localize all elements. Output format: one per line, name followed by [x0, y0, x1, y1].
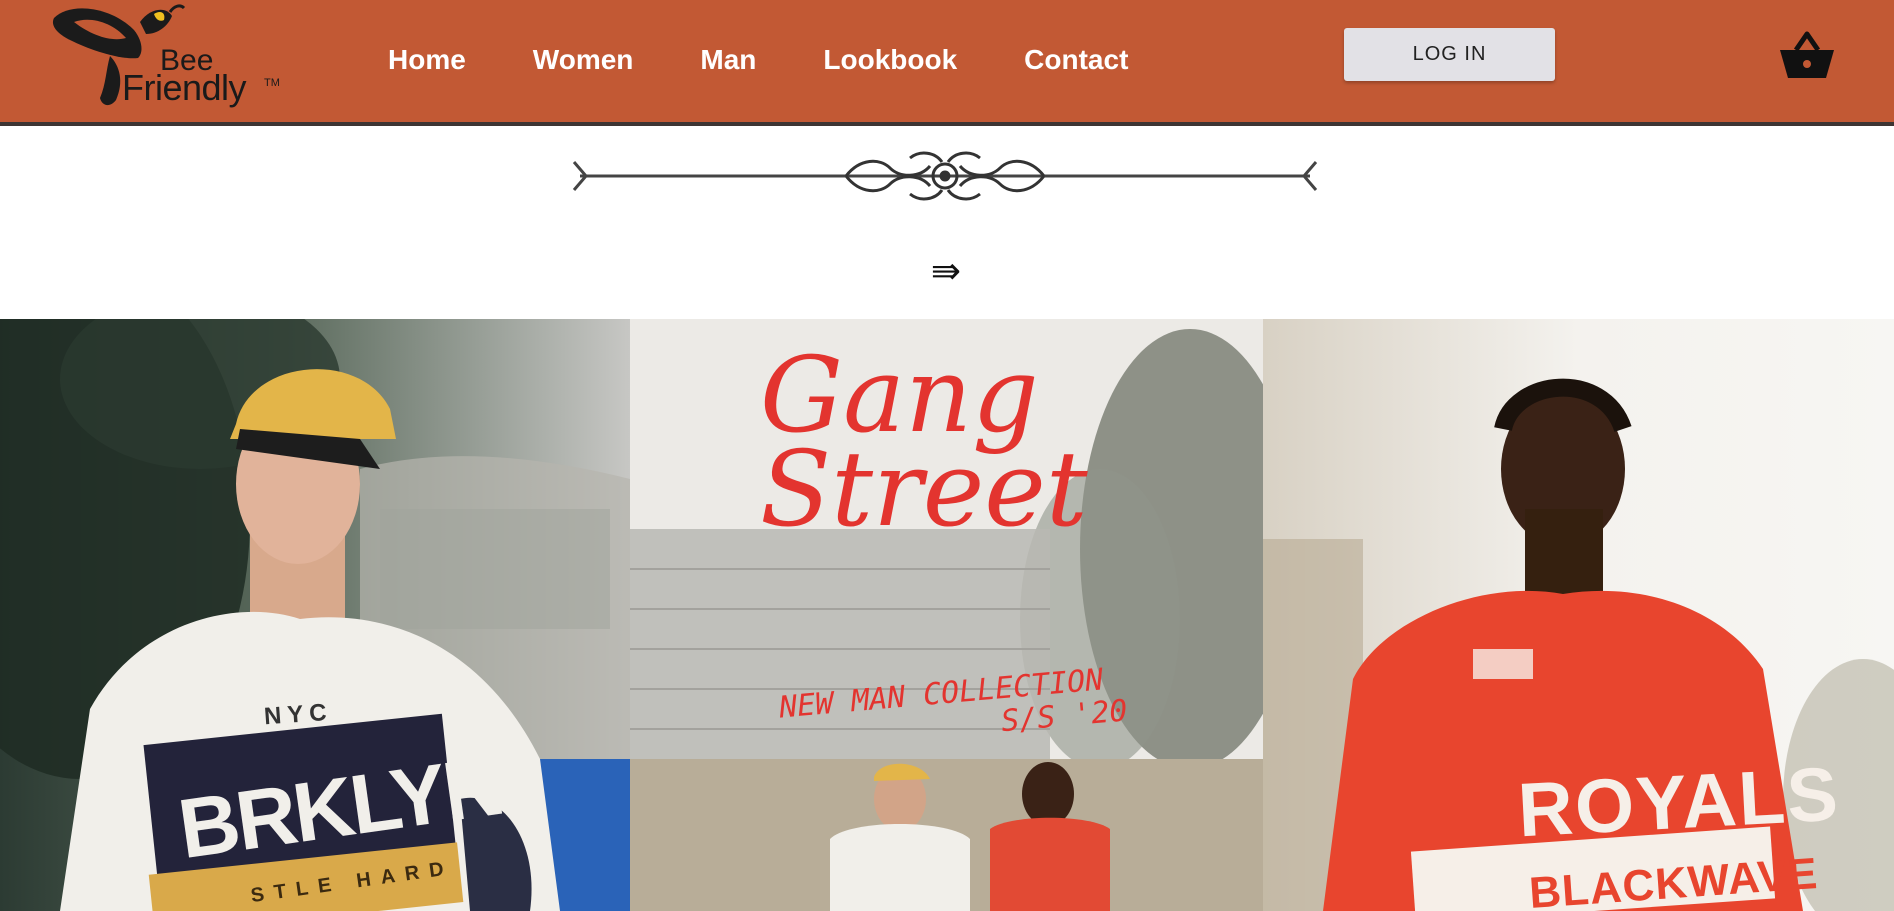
nav-link-home[interactable]: Home — [388, 44, 466, 78]
nav-link-women[interactable]: Women — [533, 44, 634, 78]
nav-link-contact[interactable]: Contact — [1024, 44, 1128, 78]
ornamental-divider — [570, 148, 1320, 204]
nav-link-man[interactable]: Man — [700, 44, 756, 78]
tshirt-text-nyc: NYC — [263, 698, 334, 731]
trademark-mark: TM — [264, 77, 280, 89]
main-navigation: Home Women Man Lookbook Contact — [388, 44, 1128, 78]
gallery-image-left[interactable]: NYC BRKLYN STLE HARD — [0, 319, 630, 911]
shopping-cart-button[interactable] — [1778, 30, 1836, 82]
lookbook-gallery: NYC BRKLYN STLE HARD Gang Street NEW MAN… — [0, 319, 1894, 911]
basket-icon — [1780, 31, 1834, 78]
nav-link-lookbook[interactable]: Lookbook — [823, 44, 957, 78]
brand-logo[interactable]: Bee Friendly TM — [50, 0, 290, 112]
collection-title: Gang Street — [760, 343, 1140, 550]
triple-right-arrow-icon[interactable]: ⇛ — [925, 252, 967, 292]
collection-title-line2: Street — [760, 427, 1088, 550]
page: Bee Friendly TM Home Women Man Lookbook … — [0, 0, 1894, 911]
brand-name-line2: Friendly — [122, 67, 247, 108]
tshirt-text-royals: ROYALS — [1515, 751, 1842, 854]
top-navbar: Bee Friendly TM Home Women Man Lookbook … — [0, 0, 1894, 126]
login-button[interactable]: LOG IN — [1344, 28, 1555, 81]
ornament-icon — [572, 151, 1318, 201]
gallery-image-right[interactable]: ROYALS BLACKWAVE — [1263, 319, 1894, 911]
gallery-image-center[interactable]: Gang Street NEW MAN COLLECTION S/S '20 — [630, 319, 1263, 911]
